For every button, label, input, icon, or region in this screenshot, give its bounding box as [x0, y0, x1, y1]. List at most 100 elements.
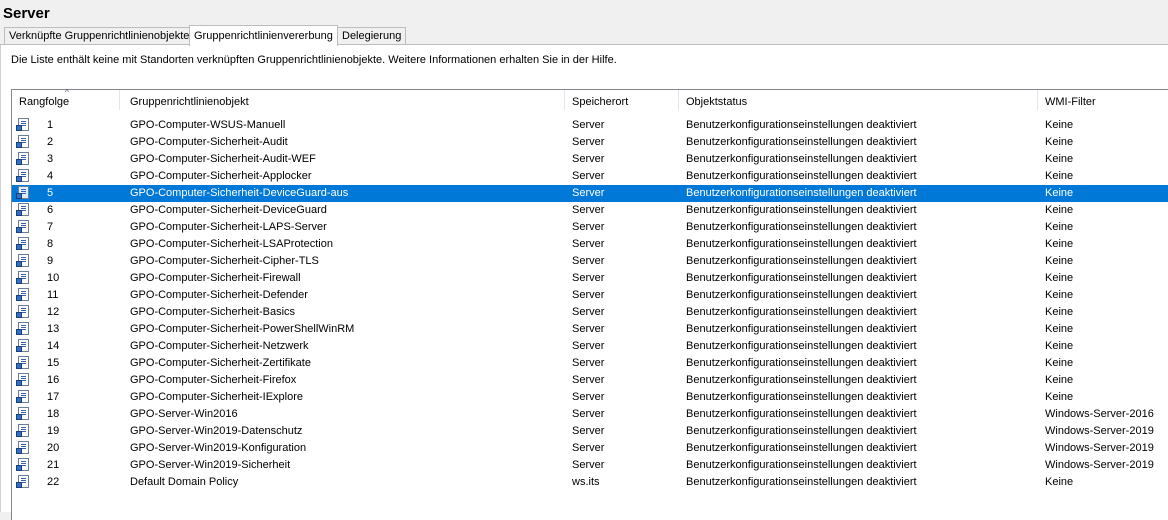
rank-cell: 13: [47, 323, 60, 335]
column-header-wmi[interactable]: WMI-Filter: [1038, 90, 1168, 110]
location-cell: Server: [572, 153, 605, 165]
gpo-name-cell: GPO-Computer-Sicherheit-LAPS-Server: [130, 221, 327, 233]
gpo-name-cell: GPO-Server-Win2016: [130, 408, 238, 420]
gpo-icon: [16, 254, 29, 267]
wmi-filter-cell: Keine: [1045, 255, 1074, 267]
column-header-location-label: Speicherort: [572, 96, 629, 108]
table-row[interactable]: 11 GPO-Computer-Sicherheit-Defender Server…: [12, 287, 1168, 304]
row-icon-cell: [16, 134, 32, 151]
location-cell: Server: [572, 357, 605, 369]
table-row[interactable]: 13 GPO-Computer-Sicherheit-PowerShellWinR…: [12, 321, 1168, 338]
gpo-icon: [16, 356, 29, 369]
rank-cell: 9: [47, 255, 54, 267]
gpo-icon: [16, 152, 29, 165]
status-cell: Benutzerkonfigurationseinstellungen deak…: [686, 170, 917, 182]
status-cell: Benutzerkonfigurationseinstellungen deak…: [686, 442, 917, 454]
status-cell: Benutzerkonfigurationseinstellungen deak…: [686, 187, 917, 199]
table-row[interactable]: 16 GPO-Computer-Sicherheit-Firefox Server B…: [12, 372, 1168, 389]
status-cell: Benutzerkonfigurationseinstellungen deak…: [686, 289, 917, 301]
gpo-icon: [16, 322, 29, 335]
wmi-filter-cell: Windows-Server-2019: [1045, 459, 1154, 471]
gpo-name-cell: GPO-Computer-Sicherheit-Netzwerk: [130, 340, 309, 352]
table-row[interactable]: 8 GPO-Computer-Sicherheit-LSAProtection Se…: [12, 236, 1168, 253]
tab-linked-gpos[interactable]: Verknüpfte Gruppenrichtlinienobjekte: [4, 27, 195, 45]
row-icon-cell: [16, 202, 32, 219]
wmi-filter-cell: Keine: [1045, 391, 1074, 403]
wmi-filter-cell: Windows-Server-2019: [1045, 442, 1154, 454]
location-cell: Server: [572, 459, 605, 471]
gpo-name-cell: GPO-Computer-Sicherheit-PowerShellWinRM: [130, 323, 355, 335]
column-header-rank-label: Rangfolge: [19, 96, 70, 108]
status-cell: Benutzerkonfigurationseinstellungen deak…: [686, 459, 917, 471]
table-row[interactable]: 12 GPO-Computer-Sicherheit-Basics Server Be…: [12, 304, 1168, 321]
table-row[interactable]: 2 GPO-Computer-Sicherheit-Audit Server Benu…: [12, 134, 1168, 151]
column-header-status[interactable]: Objektstatus: [679, 90, 1038, 110]
wmi-filter-cell: Keine: [1045, 136, 1074, 148]
table-row[interactable]: 18 GPO-Server-Win2016 Server Benutzerkonfig…: [12, 406, 1168, 423]
tab-gpo-inheritance[interactable]: Gruppenrichtlinienvererbung: [189, 25, 338, 46]
gpo-icon: [16, 441, 29, 454]
wmi-filter-cell: Keine: [1045, 340, 1074, 352]
tab-delegation[interactable]: Delegierung: [337, 27, 407, 45]
row-icon-cell: [16, 423, 32, 440]
row-icon-cell: [16, 236, 32, 253]
table-row[interactable]: 20 GPO-Server-Win2019-Konfiguration Server…: [12, 440, 1168, 457]
rank-cell: 22: [47, 476, 60, 488]
row-icon-cell: [16, 338, 32, 355]
status-cell: Benutzerkonfigurationseinstellungen deak…: [686, 136, 917, 148]
rank-cell: 6: [47, 204, 54, 216]
table-row[interactable]: 1 GPO-Computer-WSUS-Manuell Server Benutzer…: [12, 117, 1168, 134]
gpo-inheritance-table: ^ Rangfolge Gruppenrichtlinienobjekt Spe…: [11, 88, 1168, 520]
rank-cell: 8: [47, 238, 54, 250]
table-row[interactable]: 10 GPO-Computer-Sicherheit-Firewall Server…: [12, 270, 1168, 287]
gpo-name-cell: GPO-Computer-Sicherheit-IExplore: [130, 391, 304, 403]
gpo-name-cell: Default Domain Policy: [130, 476, 239, 488]
table-row[interactable]: 5 GPO-Computer-Sicherheit-DeviceGuard-aus…: [12, 185, 1168, 202]
location-cell: Server: [572, 289, 605, 301]
column-header-rank[interactable]: ^ Rangfolge: [12, 88, 120, 110]
row-icon-cell: [16, 440, 32, 457]
rank-cell: 7: [47, 221, 54, 233]
table-row[interactable]: 6 GPO-Computer-Sicherheit-DeviceGuard Serv…: [12, 202, 1168, 219]
location-cell: Server: [572, 272, 605, 284]
column-header-location[interactable]: Speicherort: [565, 90, 679, 110]
table-row[interactable]: 22 Default Domain Policy ws.its Benutzerkon…: [12, 474, 1168, 491]
table-row[interactable]: 19 GPO-Server-Win2019-Datenschutz Server Be…: [12, 423, 1168, 440]
table-row[interactable]: 21 GPO-Server-Win2019-Sicherheit Server Ben…: [12, 457, 1168, 474]
rank-cell: 10: [47, 272, 60, 284]
wmi-filter-cell: Keine: [1045, 306, 1074, 318]
rank-cell: 20: [47, 442, 60, 454]
rank-cell: 3: [47, 153, 54, 165]
row-icon-cell: [16, 406, 32, 423]
column-header-gpo[interactable]: Gruppenrichtlinienobjekt: [123, 90, 565, 110]
gpo-name-cell: GPO-Server-Win2019-Datenschutz: [130, 425, 303, 437]
table-row[interactable]: 14 GPO-Computer-Sicherheit-Netzwerk Server…: [12, 338, 1168, 355]
row-icon-cell: [16, 287, 32, 304]
wmi-filter-cell: Keine: [1045, 323, 1074, 335]
status-cell: Benutzerkonfigurationseinstellungen deak…: [686, 340, 917, 352]
gpo-name-cell: GPO-Computer-Sicherheit-DeviceGuard: [130, 204, 327, 216]
wmi-filter-cell: Keine: [1045, 170, 1074, 182]
location-cell: Server: [572, 187, 605, 199]
gpo-icon: [16, 424, 29, 437]
status-cell: Benutzerkonfigurationseinstellungen deak…: [686, 238, 917, 250]
location-cell: Server: [572, 255, 605, 267]
table-row[interactable]: 17 GPO-Computer-Sicherheit-IExplore Server…: [12, 389, 1168, 406]
rank-cell: 18: [47, 408, 60, 420]
row-icon-cell: [16, 151, 32, 168]
rank-cell: 11: [47, 289, 59, 301]
status-cell: Benutzerkonfigurationseinstellungen deak…: [686, 425, 917, 437]
table-body: 1 GPO-Computer-WSUS-Manuell Server Benutzer…: [12, 117, 1168, 491]
location-cell: Server: [572, 119, 605, 131]
table-row[interactable]: 4 GPO-Computer-Sicherheit-Applocker Server…: [12, 168, 1168, 185]
table-row[interactable]: 7 GPO-Computer-Sicherheit-LAPS-Server Serv…: [12, 219, 1168, 236]
rank-cell: 4: [47, 170, 54, 182]
table-row[interactable]: 3 GPO-Computer-Sicherheit-Audit-WEF Server…: [12, 151, 1168, 168]
status-cell: Benutzerkonfigurationseinstellungen deak…: [686, 272, 917, 284]
inheritance-panel: Die Liste enthält keine mit Standorten v…: [0, 45, 1168, 520]
table-row[interactable]: 15 GPO-Computer-Sicherheit-Zertifikate Ser…: [12, 355, 1168, 372]
table-row[interactable]: 9 GPO-Computer-Sicherheit-Cipher-TLS Serve…: [12, 253, 1168, 270]
gpo-icon: [16, 458, 29, 471]
rank-cell: 21: [47, 459, 60, 471]
wmi-filter-cell: Keine: [1045, 204, 1074, 216]
